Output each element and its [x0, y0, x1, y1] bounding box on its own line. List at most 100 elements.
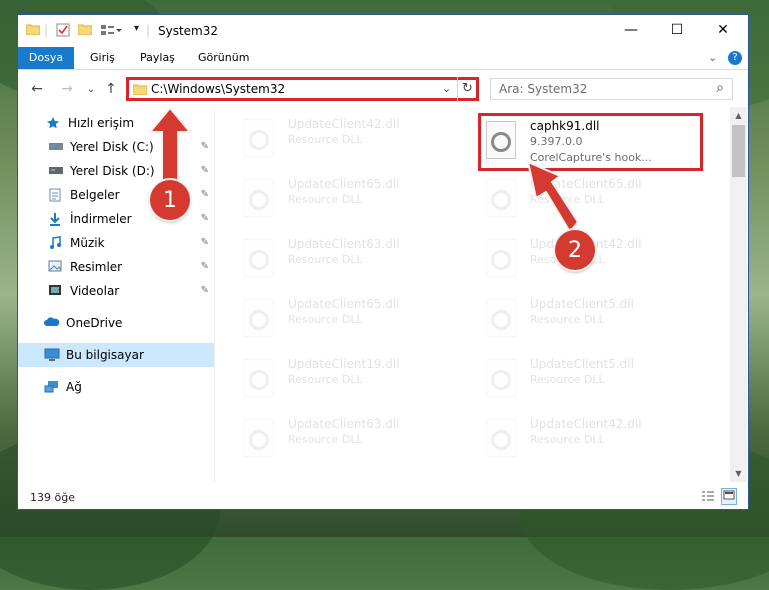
network-icon — [44, 380, 60, 394]
pin-icon: ✎ — [200, 189, 209, 200]
file-item[interactable]: UpdateClient63.dll Resource DLL — [236, 233, 461, 289]
dll-file-icon — [244, 359, 274, 397]
star-icon — [46, 116, 62, 130]
file-type: Resource DLL — [530, 193, 605, 206]
tab-view[interactable]: Görünüm — [198, 47, 249, 69]
nav-pictures[interactable]: Resimler ✎ — [18, 255, 214, 279]
nav-label: Yerel Disk (C:) — [70, 140, 154, 154]
customize-toolbar-icon[interactable] — [100, 23, 122, 37]
nav-label: İndirmeler — [70, 212, 132, 226]
search-input[interactable]: Ara: System32 ⌕ — [490, 78, 733, 100]
nav-drive-c[interactable]: Yerel Disk (C:) ✎ — [18, 135, 214, 159]
large-icons-view-icon[interactable] — [721, 488, 737, 505]
scrollbar-thumb[interactable] — [732, 125, 745, 177]
properties-icon[interactable] — [56, 23, 70, 37]
nav-drive-d[interactable]: Yerel Disk (D:) ✎ — [18, 159, 214, 183]
nav-label: Yerel Disk (D:) — [70, 164, 155, 178]
details-view-icon[interactable] — [701, 490, 715, 505]
file-type: Resource DLL — [530, 433, 605, 446]
file-item[interactable]: UpdateClient5.dll Resource DLL — [478, 293, 703, 349]
pane-splitter[interactable] — [214, 107, 215, 482]
scroll-down-icon[interactable]: ▼ — [730, 465, 747, 482]
nav-label: Resimler — [70, 260, 123, 274]
step-2-badge: 2 — [555, 230, 595, 270]
recent-locations-button[interactable]: ⌄ — [82, 79, 100, 99]
file-type: Resource DLL — [530, 313, 605, 326]
dll-file-icon — [486, 299, 516, 337]
file-name: UpdateClient5.dll — [530, 357, 634, 371]
scroll-up-icon[interactable]: ▲ — [730, 107, 747, 124]
dll-file-icon — [244, 419, 274, 457]
computer-icon — [44, 348, 60, 362]
search-icon[interactable]: ⌕ — [716, 80, 724, 96]
tab-share[interactable]: Paylaş — [140, 47, 175, 69]
new-folder-icon[interactable] — [78, 23, 92, 35]
file-name: UpdateClient65.dll — [288, 177, 400, 191]
nav-label: Hızlı erişim — [68, 116, 135, 130]
file-item[interactable]: UpdateClient42.dll Resource DLL — [478, 413, 703, 469]
back-button[interactable]: ← — [28, 79, 46, 99]
videos-icon — [48, 284, 64, 298]
file-item[interactable]: UpdateClient42.dll Resource DLL — [236, 113, 461, 169]
file-item[interactable]: UpdateClient65.dll Resource DLL — [478, 173, 703, 229]
file-name: UpdateClient63.dll — [288, 237, 400, 251]
dll-file-icon — [486, 179, 516, 217]
pin-icon: ✎ — [200, 261, 209, 272]
title-bar: | ▾ | System32 — ☐ ✕ — [18, 15, 748, 47]
nav-label: Bu bilgisayar — [66, 348, 144, 362]
search-placeholder: Ara: System32 — [499, 82, 588, 96]
file-item[interactable]: UpdateClient19.dll Resource DLL — [236, 353, 461, 409]
pin-icon: ✎ — [200, 285, 209, 296]
file-item[interactable]: UpdateClient5.dll Resource DLL — [478, 353, 703, 409]
download-icon — [48, 212, 64, 226]
music-icon — [48, 236, 64, 250]
ribbon-tabs: Dosya Giriş Paylaş Görünüm ⌄ ? — [18, 47, 748, 70]
minimize-button[interactable]: — — [608, 15, 654, 45]
quick-access-dropdown-icon[interactable]: ▾ — [134, 23, 139, 34]
dll-file-icon — [486, 359, 516, 397]
step-1-badge: 1 — [150, 180, 190, 220]
file-type: Resource DLL — [288, 253, 363, 266]
nav-label: Ağ — [66, 380, 82, 394]
file-type: Resource DLL — [288, 373, 363, 386]
pin-icon: ✎ — [200, 165, 209, 176]
expand-ribbon-icon[interactable]: ⌄ — [708, 47, 717, 69]
pin-icon: ✎ — [200, 213, 209, 224]
cloud-icon — [44, 316, 60, 330]
nav-this-pc[interactable]: Bu bilgisayar — [18, 343, 214, 367]
drive-icon — [48, 140, 64, 154]
nav-quick-access[interactable]: Hızlı erişim — [18, 111, 214, 135]
dll-file-icon — [486, 239, 516, 277]
tab-home[interactable]: Giriş — [90, 47, 115, 69]
file-item[interactable]: UpdateClient65.dll Resource DLL — [236, 293, 461, 349]
window-title: System32 — [158, 24, 219, 38]
up-button[interactable]: ↑ — [102, 79, 120, 99]
nav-network[interactable]: Ağ — [18, 375, 214, 399]
nav-label: Videolar — [70, 284, 120, 298]
address-bar[interactable]: C:\Windows\System32 ⌄ ↻ — [126, 77, 479, 101]
dll-file-icon — [244, 179, 274, 217]
pin-icon: ✎ — [200, 237, 209, 248]
refresh-button[interactable]: ↻ — [462, 81, 473, 96]
address-row: ← → ⌄ ↑ C:\Windows\System32 ⌄ ↻ Ara: Sys… — [18, 75, 748, 103]
help-icon[interactable]: ? — [728, 51, 742, 65]
tab-file[interactable]: Dosya — [18, 47, 74, 69]
file-item[interactable]: UpdateClient65.dll Resource DLL — [236, 173, 461, 229]
file-name: UpdateClient65.dll — [288, 297, 400, 311]
nav-videos[interactable]: Videolar ✎ — [18, 279, 214, 303]
nav-music[interactable]: Müzik ✎ — [18, 231, 214, 255]
address-dropdown-icon[interactable]: ⌄ — [442, 82, 451, 95]
file-name: UpdateClient42.dll — [288, 117, 400, 131]
status-bar: 139 öğe — [18, 485, 748, 509]
separator: | — [44, 23, 49, 37]
file-type: Resource DLL — [288, 133, 363, 146]
vertical-scrollbar[interactable]: ▲ ▼ — [730, 107, 747, 482]
file-name: UpdateClient63.dll — [288, 417, 400, 431]
forward-button[interactable]: → — [58, 79, 76, 99]
maximize-button[interactable]: ☐ — [654, 15, 700, 45]
file-item[interactable]: UpdateClient63.dll Resource DLL — [236, 413, 461, 469]
file-type: Resource DLL — [288, 313, 363, 326]
navigation-pane: Hızlı erişim Yerel Disk (C:) ✎ Yerel Dis… — [18, 111, 214, 481]
close-button[interactable]: ✕ — [700, 15, 746, 45]
nav-onedrive[interactable]: OneDrive — [18, 311, 214, 335]
